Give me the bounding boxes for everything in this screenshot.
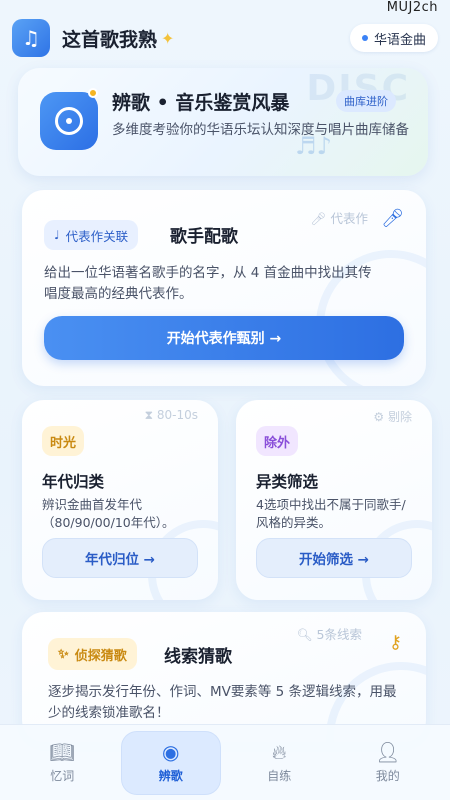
start-singer-match-button[interactable]: 开始代表作甄别 →: [44, 316, 404, 360]
app-title: 这首歌我熟: [62, 28, 158, 51]
singer-card-title: 歌手配歌: [170, 227, 238, 247]
start-filter-button[interactable]: 开始筛选 →: [256, 538, 412, 578]
era-tag: 时光: [42, 426, 85, 456]
odd-filter-card[interactable]: 除外 ⚙ 剔除 异类筛选 4选项中找出不属于同歌手/风格的异类。 开始筛选 →: [236, 400, 432, 600]
nav-label: 自练: [267, 769, 292, 783]
clue-tag-label: 侦探猜歌: [74, 648, 127, 664]
clue-card-description: 逐步揭示发行年份、作词、MV要素等 5 条逻辑线索，用最少的线索锁准歌名！: [48, 684, 397, 721]
era-hint: ⧗ 80-10s: [145, 408, 198, 423]
disc-icon: ◉: [162, 740, 180, 764]
singer-match-card[interactable]: ♩ 代表作关联 歌手配歌 🎤︎ 代表作 🎤︎ 给出一位华语著名歌手的名字，从 4…: [22, 190, 426, 386]
book-icon: 📖︎: [49, 740, 75, 764]
era-hint-label: 80-10s: [156, 408, 198, 422]
singer-hint-label: 代表作: [330, 211, 368, 226]
hero-title: 辨歌 • 音乐鉴赏风暴: [112, 92, 290, 114]
sparkle-icon: ✦: [161, 28, 175, 48]
era-card-description: 辨识金曲首发年代（80/90/00/10年代）。: [42, 497, 175, 530]
disc-icon: [40, 92, 98, 150]
nav-label: 我的: [375, 769, 400, 783]
bottom-nav: 📖︎ 忆词 ◉ 辨歌 🔥︎ 自练 👤︎ 我的: [0, 724, 450, 800]
category-chip[interactable]: 华语金曲: [349, 24, 438, 52]
nav-item-practice[interactable]: 🔥︎ 自练: [229, 731, 329, 795]
nav-item-identify[interactable]: ◉ 辨歌: [120, 730, 221, 795]
magnifier-icon: 🔍︎: [296, 627, 317, 642]
nav-label: 忆词: [50, 769, 75, 783]
nav-label: 辨歌: [158, 769, 183, 783]
app-header: ♫ 这首歌我熟 ✦ 华语金曲: [12, 18, 438, 58]
hourglass-icon: ⧗: [144, 408, 157, 422]
status-dot: [361, 35, 368, 41]
key-icon: ⚷: [388, 632, 402, 653]
odd-hint: ⚙ 剔除: [373, 408, 412, 425]
watermark-text: MUJ2ch: [386, 0, 438, 15]
clue-card-title: 线索猜歌: [164, 647, 232, 667]
clue-hint: 🔍︎ 5条线索: [297, 624, 362, 643]
microphone-icon: 🎤︎: [310, 211, 331, 226]
odd-hint-label: 剔除: [387, 410, 412, 424]
era-classify-card[interactable]: 时光 ⧗ 80-10s 年代归类 辨识金曲首发年代（80/90/00/10年代）…: [22, 400, 218, 600]
odd-card-description: 4选项中找出不属于同歌手/风格的异类。: [256, 497, 406, 530]
singer-hint: 🎤︎ 代表作: [311, 208, 368, 227]
odd-card-title: 异类筛选: [256, 473, 319, 491]
hero-banner: DISC ♬♪ 辨歌 • 音乐鉴赏风暴 曲库进阶 多维度考验你的华语乐坛认知深度…: [18, 68, 428, 176]
flame-icon: 🔥︎: [271, 740, 287, 764]
hero-tag-badge: 曲库进阶: [336, 90, 396, 112]
singer-tag-label: 代表作关联: [65, 228, 129, 244]
singer-card-description: 给出一位华语著名歌手的名字，从 4 首金曲中找出其传唱度最高的经典代表作。: [44, 265, 372, 302]
era-classify-button[interactable]: 年代归位 →: [42, 538, 198, 578]
notification-dot: [88, 88, 98, 98]
clue-guess-card[interactable]: ✨︎ 侦探猜歌 线索猜歌 🔍︎ 5条线索 ⚷ 逐步揭示发行年份、作词、MV要素等…: [22, 612, 426, 742]
clue-tag: ✨︎ 侦探猜歌: [48, 638, 137, 670]
category-chip-label: 华语金曲: [373, 32, 426, 48]
music-note-icon: ♫: [12, 19, 50, 57]
era-card-title: 年代归类: [42, 473, 105, 491]
odd-tag: 除外: [256, 426, 299, 456]
clue-hint-label: 5条线索: [316, 627, 362, 642]
gear-icon: ⚙: [373, 410, 388, 424]
nav-item-lyrics[interactable]: 📖︎ 忆词: [12, 731, 112, 795]
microphone-icon: 🎤︎: [381, 208, 404, 229]
person-icon: 👤︎: [375, 740, 401, 764]
hero-description: 多维度考验你的华语乐坛认知深度与唱片曲库储备: [112, 122, 409, 138]
music-note-icon: ♩: [54, 228, 60, 242]
singer-tag: ♩ 代表作关联: [44, 220, 139, 250]
nav-item-profile[interactable]: 👤︎ 我的: [338, 731, 438, 795]
sparkle-icon: ✨︎: [58, 646, 69, 662]
